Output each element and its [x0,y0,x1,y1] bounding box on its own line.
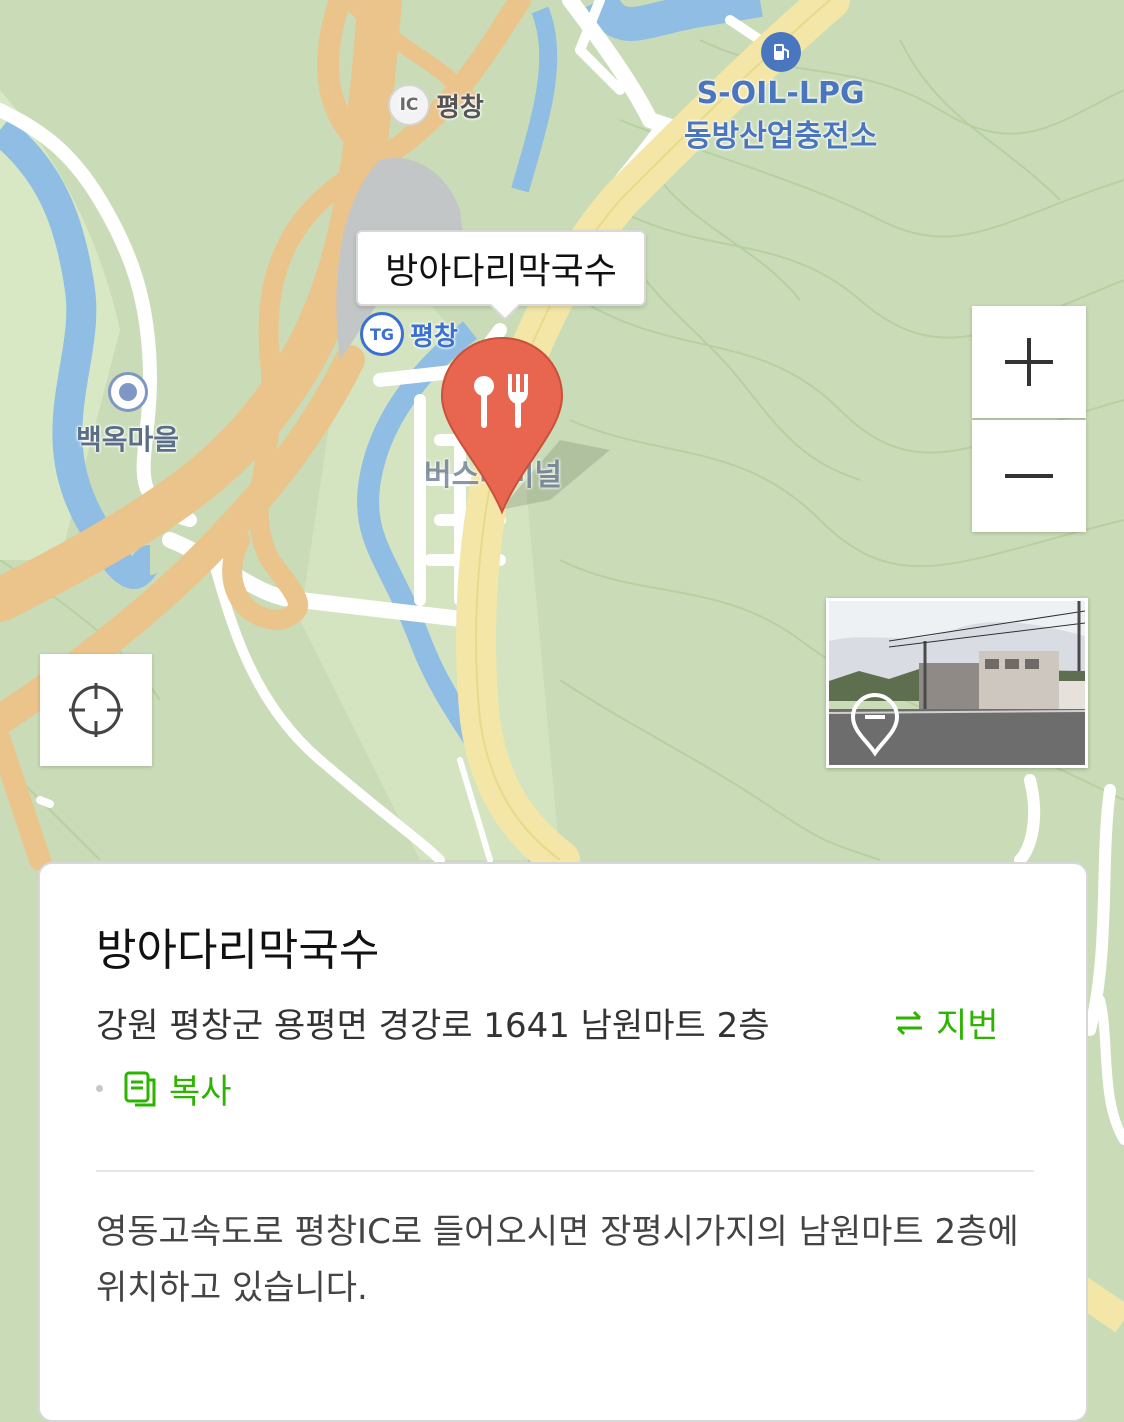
gas-station-icon [760,32,801,72]
crosshair-icon [69,683,123,737]
roadview-pin-icon [850,692,900,757]
place-description: 영동고속도로 평창IC로 들어오시면 장평시가지의 남원마트 2층에 위치하고 … [96,1212,1019,1308]
ic-name: 평창 [436,92,484,123]
zoom-in-button[interactable] [972,306,1086,418]
roadview-thumbnail[interactable] [826,598,1088,768]
gas-station-name-1: S-OIL-LPG [696,76,865,111]
jibun-button[interactable]: 지번 [892,998,999,1047]
copy-button[interactable]: 복사 [96,1064,232,1113]
zoom-out-button[interactable] [972,420,1086,532]
place-title[interactable]: 방아다리막국수 [96,914,379,978]
gas-station-label[interactable]: S-OIL-LPG 동방산업충전소 [684,32,877,155]
place-info-card: 방아다리막국수 강원 평창군 용평면 경강로 1641 남원마트 2층 지번 복… [38,862,1088,1422]
minus-icon [1005,474,1053,478]
village-pin-icon [107,372,148,412]
ic-label[interactable]: IC 평창 [388,84,484,126]
swap-arrows-icon [896,1010,922,1035]
place-address: 강원 평창군 용평면 경강로 1641 남원마트 2층 [96,1006,770,1046]
village-label[interactable]: 백옥마을 [76,372,179,458]
divider [96,1170,1034,1172]
callout-title: 방아다리막국수 [385,251,617,292]
village-name: 백옥마을 [76,423,180,456]
plus-icon [1005,338,1053,386]
separator-dot [96,1085,103,1092]
jibun-label: 지번 [936,1006,999,1046]
tg-badge: TG [360,312,404,356]
gas-station-name-2: 동방산업충전소 [684,119,878,154]
current-location-button[interactable] [40,654,152,766]
restaurant-marker-icon[interactable] [438,334,566,516]
copy-label: 복사 [169,1072,232,1112]
ic-badge: IC [388,84,430,126]
copy-icon [124,1071,156,1106]
place-callout[interactable]: 방아다리막국수 [356,230,646,306]
